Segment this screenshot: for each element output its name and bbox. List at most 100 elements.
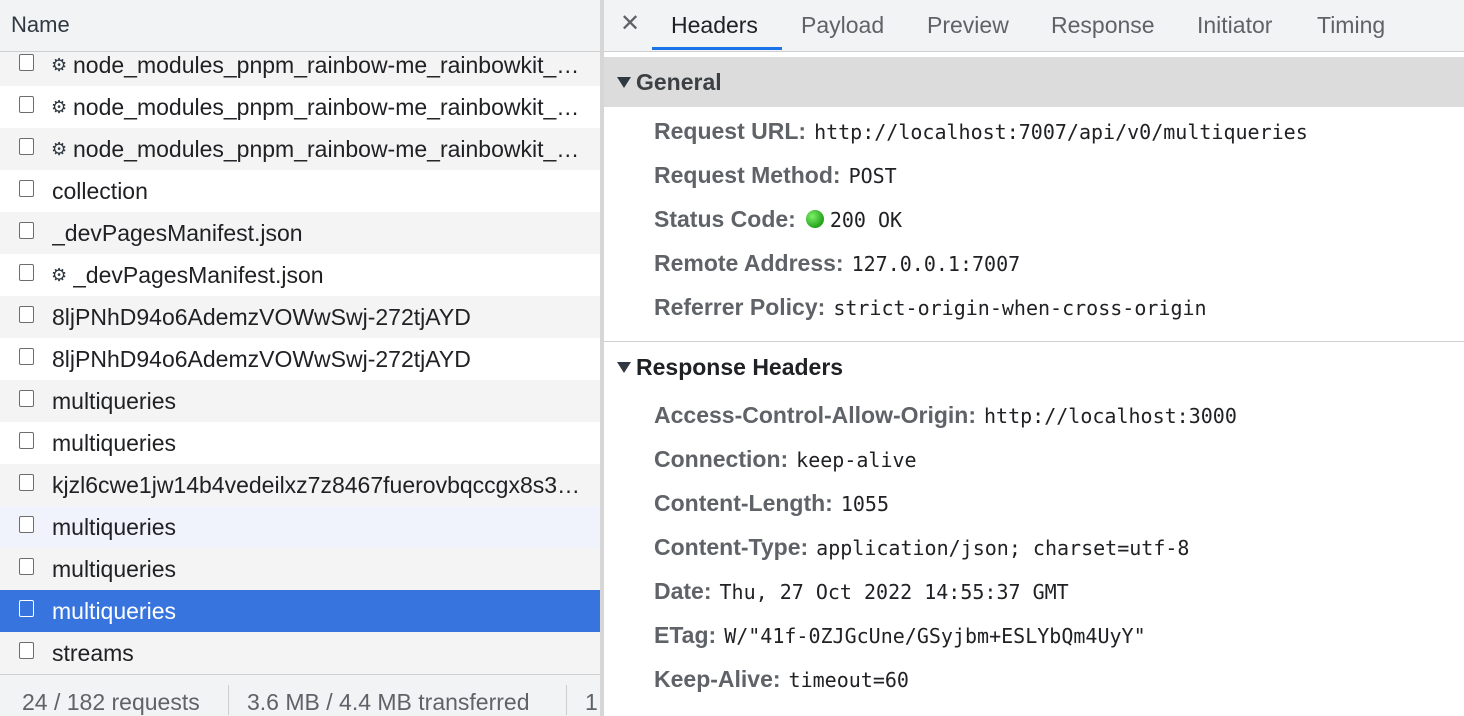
request-method-value[interactable]: POST [849, 164, 897, 188]
tab-initiator[interactable]: Initiator [1197, 12, 1272, 39]
tab-timing[interactable]: Timing [1317, 12, 1385, 39]
request-row[interactable]: ⚙ node_modules_pnpm_rainbow-me_rainbowkit… [0, 86, 600, 128]
network-status-bar: 24 / 182 requests 3.6 MB / 4.4 MB transf… [0, 674, 600, 716]
request-row[interactable]: multiqueries [0, 590, 600, 632]
name-column-header[interactable]: Name [0, 0, 600, 52]
header-row: ETag: W/"41f-0ZJGcUne/GSyjbm+ESLYbQm4UyY" [654, 622, 1146, 649]
name-column-label: Name [11, 12, 70, 37]
detail-tab-bar: ✕ Headers Payload Preview Response Initi… [604, 0, 1464, 52]
status-code-label: Status Code: [654, 206, 796, 232]
remote-address-value[interactable]: 127.0.0.1:7007 [852, 252, 1021, 276]
header-row: Content-Type: application/json; charset=u… [654, 534, 1189, 561]
request-row[interactable]: ⚙ _devPagesManifest.json [0, 254, 600, 296]
request-row[interactable]: multiqueries [0, 422, 600, 464]
row-checkbox[interactable] [19, 432, 34, 449]
tab-response[interactable]: Response [1051, 12, 1155, 39]
request-name: node_modules_pnpm_rainbow-me_rainbowkit_… [73, 136, 587, 162]
collapse-triangle-icon [617, 77, 631, 88]
header-name: Date: [654, 578, 712, 604]
request-url-value[interactable]: http://localhost:7007/api/v0/multiquerie… [814, 120, 1308, 144]
row-checkbox[interactable] [19, 54, 34, 71]
header-row: Connection: keep-alive [654, 446, 917, 473]
row-checkbox[interactable] [19, 474, 34, 491]
request-name: node_modules_pnpm_rainbow-me_rainbowkit_… [73, 94, 587, 120]
referrer-policy-value[interactable]: strict-origin-when-cross-origin [833, 296, 1206, 320]
header-row: Content-Length: 1055 [654, 490, 889, 517]
request-name: multiqueries [52, 388, 176, 414]
request-row[interactable]: multiqueries [0, 506, 600, 548]
request-row[interactable]: 8ljPNhD94o6AdemzVOWwSwj-272tjAYD [0, 296, 600, 338]
status-code-value[interactable]: 200 OK [830, 208, 902, 232]
request-method-label: Request Method: [654, 162, 841, 188]
request-rows: ⚙ node_modules_pnpm_rainbow-me_rainbowkit… [0, 44, 600, 674]
row-checkbox[interactable] [19, 264, 34, 281]
status-separator [566, 685, 567, 715]
request-name: node_modules_pnpm_rainbow-me_rainbowkit_… [73, 52, 587, 78]
request-row[interactable]: ⚙ node_modules_pnpm_rainbow-me_rainbowkit… [0, 128, 600, 170]
row-checkbox[interactable] [19, 180, 34, 197]
request-method-row: Request Method: POST [654, 162, 897, 189]
request-name: multiqueries [52, 598, 176, 624]
request-name: 8ljPNhD94o6AdemzVOWwSwj-272tjAYD [52, 304, 471, 330]
request-detail-panel: ✕ Headers Payload Preview Response Initi… [604, 0, 1464, 716]
request-name: 8ljPNhD94o6AdemzVOWwSwj-272tjAYD [52, 346, 471, 372]
tab-headers[interactable]: Headers [671, 12, 758, 39]
request-row[interactable]: 8ljPNhD94o6AdemzVOWwSwj-272tjAYD [0, 338, 600, 380]
request-row[interactable]: collection [0, 170, 600, 212]
status-separator [228, 685, 229, 715]
row-checkbox[interactable] [19, 138, 34, 155]
header-value[interactable]: timeout=60 [789, 668, 909, 692]
active-tab-indicator [652, 47, 782, 50]
header-name: Content-Length: [654, 490, 833, 516]
row-checkbox[interactable] [19, 96, 34, 113]
row-checkbox[interactable] [19, 642, 34, 659]
request-name: multiqueries [52, 514, 176, 540]
response-headers-section-header[interactable]: Response Headers [604, 341, 1464, 391]
remote-address-row: Remote Address: 127.0.0.1:7007 [654, 250, 1020, 277]
close-icon[interactable]: ✕ [620, 9, 640, 38]
request-list-panel: ⚙ node_modules_pnpm_rainbow-me_rainbowkit… [0, 0, 600, 716]
header-value[interactable]: Thu, 27 Oct 2022 14:55:37 GMT [720, 580, 1069, 604]
header-name: ETag: [654, 622, 717, 648]
request-row[interactable]: streams [0, 632, 600, 674]
request-row[interactable]: multiqueries [0, 380, 600, 422]
request-url-row: Request URL: http://localhost:7007/api/v0… [654, 118, 1308, 145]
gear-icon: ⚙ [51, 97, 68, 117]
request-row[interactable]: kjzl6cwe1jw14b4vedeilxz7z8467fuerovbqccg… [0, 464, 600, 506]
transferred-size: 3.6 MB / 4.4 MB transferred [247, 689, 530, 715]
row-checkbox[interactable] [19, 600, 34, 617]
header-name: Keep-Alive: [654, 666, 781, 692]
request-name: _devPagesManifest.json [73, 262, 324, 288]
status-code-row: Status Code: 200 OK [654, 206, 902, 233]
referrer-policy-label: Referrer Policy: [654, 294, 826, 320]
header-value[interactable]: http://localhost:3000 [984, 404, 1237, 428]
header-value[interactable]: application/json; charset=utf-8 [816, 536, 1189, 560]
request-name: streams [52, 640, 134, 666]
tab-preview[interactable]: Preview [927, 12, 1009, 39]
request-url-label: Request URL: [654, 118, 807, 144]
general-title: General [636, 69, 722, 95]
request-name: multiqueries [52, 556, 176, 582]
row-checkbox[interactable] [19, 390, 34, 407]
header-row: Keep-Alive: timeout=60 [654, 666, 909, 693]
response-headers-title: Response Headers [636, 354, 844, 380]
request-row[interactable]: multiqueries [0, 548, 600, 590]
row-checkbox[interactable] [19, 306, 34, 323]
collapse-triangle-icon [617, 362, 631, 373]
gear-icon: ⚙ [51, 139, 68, 159]
header-value[interactable]: keep-alive [796, 448, 916, 472]
general-section-header[interactable]: General [604, 57, 1464, 107]
header-value[interactable]: 1055 [841, 492, 889, 516]
request-row[interactable]: _devPagesManifest.json [0, 212, 600, 254]
request-name: multiqueries [52, 430, 176, 456]
row-checkbox[interactable] [19, 516, 34, 533]
row-checkbox[interactable] [19, 348, 34, 365]
row-checkbox[interactable] [19, 222, 34, 239]
resources-size: 1 [585, 689, 598, 715]
header-row: Access-Control-Allow-Origin: http://local… [654, 402, 1237, 429]
header-row: Date: Thu, 27 Oct 2022 14:55:37 GMT [654, 578, 1069, 605]
header-value[interactable]: W/"41f-0ZJGcUne/GSyjbm+ESLYbQm4UyY" [724, 624, 1145, 648]
header-name: Content-Type: [654, 534, 809, 560]
tab-payload[interactable]: Payload [801, 12, 884, 39]
row-checkbox[interactable] [19, 558, 34, 575]
